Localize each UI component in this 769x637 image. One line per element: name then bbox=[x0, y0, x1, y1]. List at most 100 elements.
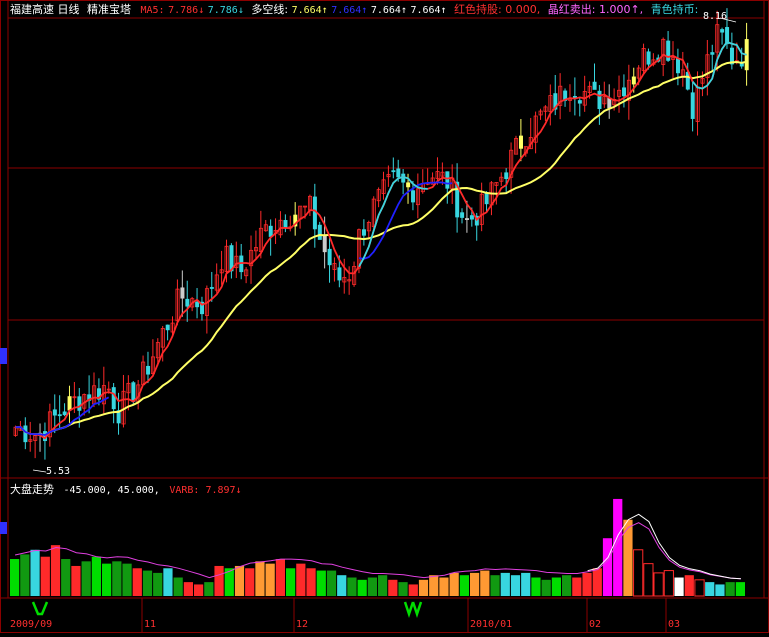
sub-bar-56 bbox=[582, 572, 592, 596]
kline-chart[interactable]: 福建高速 日线 精准宝塔 MA5: 7.786↓ 7.786↓ 多空线: 7.6… bbox=[0, 0, 769, 633]
candle-body-55 bbox=[283, 220, 288, 228]
sub-bar-49 bbox=[510, 575, 521, 596]
candle-body-135 bbox=[676, 58, 681, 74]
sub-bar-48 bbox=[500, 572, 510, 596]
crystal-sell: 晶红卖出: 1.000↑, bbox=[547, 3, 644, 16]
sub-bar-65 bbox=[674, 577, 684, 596]
sub-bar-0 bbox=[10, 559, 20, 596]
candle-body-2 bbox=[23, 425, 28, 443]
candle-body-121 bbox=[607, 97, 612, 109]
candle-body-11 bbox=[67, 396, 72, 411]
sub-bar-26 bbox=[275, 559, 285, 596]
candle-body-8 bbox=[52, 409, 57, 416]
date-label-4: 02 bbox=[589, 619, 602, 630]
candle-body-62 bbox=[317, 224, 322, 240]
sub-bar-36 bbox=[378, 575, 388, 596]
candle-body-34 bbox=[180, 287, 185, 299]
candle-body-144 bbox=[720, 29, 725, 33]
sub-bar-32 bbox=[337, 575, 347, 596]
low-marker-line bbox=[32, 469, 47, 473]
sub-bar-6 bbox=[71, 565, 81, 596]
sub-bar-9 bbox=[102, 563, 112, 596]
candle-body-20 bbox=[111, 387, 116, 410]
candle-body-71 bbox=[361, 229, 366, 236]
duokong-value-2: 7.664↑ bbox=[331, 5, 368, 16]
sub-bar-29 bbox=[306, 568, 316, 596]
duokong-value-3: 7.664↑ bbox=[370, 5, 407, 16]
sub-bar-11 bbox=[122, 563, 132, 596]
sub-bar-30 bbox=[316, 570, 326, 596]
candle-body-52 bbox=[268, 225, 273, 237]
candle-body-24 bbox=[131, 382, 136, 402]
sub-bar-67 bbox=[694, 579, 705, 597]
candle-body-96 bbox=[484, 192, 489, 205]
sub-bar-52 bbox=[541, 579, 551, 596]
sub-bar-39 bbox=[408, 584, 418, 596]
high-price-label: 8.16 bbox=[703, 11, 728, 22]
sub-bar-51 bbox=[531, 577, 541, 596]
sub-bar-66 bbox=[684, 575, 694, 596]
sub-bar-46 bbox=[480, 570, 490, 596]
sub-bar-23 bbox=[245, 568, 255, 596]
sub-bar-37 bbox=[388, 579, 398, 596]
sub-bar-18 bbox=[194, 584, 204, 596]
sub-bar-71 bbox=[735, 582, 745, 596]
sub-bar-5 bbox=[61, 559, 71, 596]
sub-bar-60 bbox=[623, 519, 633, 596]
indicator-name[interactable]: 精准宝塔 bbox=[87, 3, 131, 16]
candle-body-63 bbox=[322, 235, 327, 253]
sub-bar-64 bbox=[663, 570, 674, 597]
sub-indicator-name[interactable]: 大盘走势 bbox=[10, 483, 54, 496]
candle-body-100 bbox=[504, 172, 509, 180]
sub-range: -45.000, 45.000, bbox=[63, 485, 160, 496]
candle-body-31 bbox=[165, 324, 170, 331]
sub-bar-40 bbox=[418, 579, 429, 596]
sub-bar-69 bbox=[715, 584, 725, 596]
candle-body-103 bbox=[518, 135, 523, 149]
sub-bar-43 bbox=[449, 572, 459, 596]
date-label-2: 12 bbox=[296, 619, 309, 630]
sub-bar-28 bbox=[296, 563, 306, 596]
candle-body-142 bbox=[710, 52, 715, 55]
sub-bar-3 bbox=[40, 556, 50, 596]
candle-body-115 bbox=[577, 100, 582, 104]
sub-bar-15 bbox=[163, 568, 173, 596]
duokong-value-1: 7.664↑ bbox=[291, 5, 328, 16]
ma-label: MA5: bbox=[140, 5, 165, 16]
sub-bar-19 bbox=[204, 582, 214, 596]
candle-body-92 bbox=[465, 218, 470, 220]
sub-bar-33 bbox=[347, 577, 357, 596]
sub-bar-50 bbox=[521, 572, 531, 596]
sub-bar-54 bbox=[562, 575, 572, 596]
header-row: 福建高速 日线 精准宝塔 MA5: 7.786↓ 7.786↓ 多空线: 7.6… bbox=[10, 1, 698, 17]
candle-body-124 bbox=[622, 87, 627, 97]
candle-body-77 bbox=[391, 170, 396, 173]
stock-name[interactable]: 福建高速 bbox=[10, 3, 54, 16]
sub-header-row: 大盘走势 -45.000, 45.000, VARB: 7.897↓ bbox=[10, 481, 242, 497]
candle-body-78 bbox=[396, 168, 401, 178]
sub-bar-1 bbox=[20, 554, 30, 596]
duokong-value-4: 7.664↑ bbox=[410, 5, 447, 16]
candle-body-40 bbox=[209, 287, 214, 289]
candle-body-129 bbox=[646, 51, 651, 65]
sub-bar-61 bbox=[633, 549, 644, 597]
sub-bar-41 bbox=[429, 575, 439, 596]
sub-bar-14 bbox=[153, 572, 163, 596]
buy-signal-icon-1 bbox=[403, 601, 415, 618]
buy-signal-icon-0 bbox=[31, 601, 49, 616]
sub-bar-62 bbox=[643, 563, 654, 597]
blue-line-mid bbox=[358, 181, 453, 260]
candle-body-66 bbox=[337, 267, 342, 281]
sub-bar-12 bbox=[132, 568, 142, 596]
sub-bar-8 bbox=[91, 556, 101, 596]
sub-bar-42 bbox=[439, 577, 449, 596]
sub-bar-20 bbox=[214, 565, 224, 596]
sub-bar-35 bbox=[367, 577, 377, 596]
period-label[interactable]: 日线 bbox=[58, 3, 80, 16]
ma-value-1: 7.786↓ bbox=[168, 5, 205, 16]
candle-body-91 bbox=[460, 212, 465, 218]
sub-bar-34 bbox=[357, 579, 367, 596]
red-hold: 红色持股: 0.000, bbox=[454, 3, 541, 16]
candle-body-37 bbox=[195, 301, 200, 308]
cyan-hold: 青色持币: bbox=[650, 3, 699, 16]
